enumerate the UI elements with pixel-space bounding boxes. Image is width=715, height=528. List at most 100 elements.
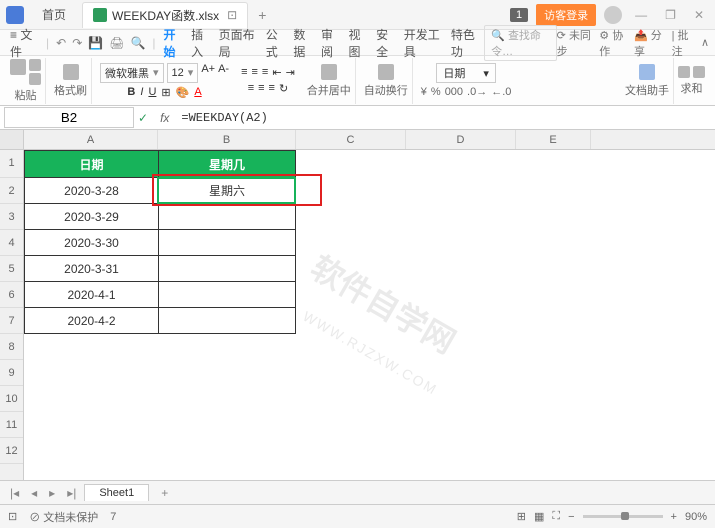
- row-header[interactable]: 3: [0, 204, 23, 230]
- align-middle-icon[interactable]: ≡: [252, 66, 258, 79]
- ribbon-sum-group[interactable]: 求和: [674, 58, 709, 104]
- paste-icon[interactable]: [10, 59, 26, 75]
- border-icon[interactable]: ⊞: [161, 86, 170, 99]
- name-box-input[interactable]: [4, 107, 134, 128]
- menu-formula[interactable]: 公式: [262, 26, 290, 60]
- menu-security[interactable]: 安全: [372, 26, 400, 60]
- sheet-nav-last-icon[interactable]: ▸|: [63, 486, 80, 500]
- share-button[interactable]: 📤 分享: [634, 27, 664, 59]
- wrap-icon[interactable]: [378, 64, 394, 80]
- tab-menu-icon[interactable]: ⊡: [227, 8, 237, 22]
- guest-login-button[interactable]: 访客登录: [536, 4, 596, 26]
- sheet-nav-prev-icon[interactable]: ◂: [27, 486, 41, 500]
- undo-icon[interactable]: ↶: [56, 36, 66, 50]
- zoom-level-label[interactable]: 90%: [685, 511, 707, 523]
- merge-icon[interactable]: [321, 64, 337, 80]
- row-header[interactable]: 2: [0, 178, 23, 204]
- row-header[interactable]: 1: [0, 150, 23, 178]
- orientation-icon[interactable]: ↻: [279, 82, 288, 95]
- cell[interactable]: 2020-3-29: [24, 204, 158, 230]
- row-header[interactable]: 5: [0, 256, 23, 282]
- italic-icon[interactable]: I: [140, 86, 143, 99]
- align-bottom-icon[interactable]: ≡: [262, 66, 268, 79]
- underline-icon[interactable]: U: [148, 86, 156, 99]
- cell[interactable]: 2020-3-31: [24, 256, 158, 282]
- fill-color-icon[interactable]: 🎨: [176, 86, 190, 99]
- column-header[interactable]: D: [406, 130, 516, 149]
- cell[interactable]: 2020-4-2: [24, 308, 158, 334]
- currency-icon[interactable]: ¥: [421, 86, 427, 98]
- tab-file-active[interactable]: WEEKDAY函数.xlsx ⊡: [82, 2, 248, 28]
- align-left-icon[interactable]: ≡: [248, 82, 254, 95]
- copy-icon[interactable]: [29, 73, 41, 85]
- formula-input[interactable]: =WEEKDAY(A2): [177, 109, 715, 127]
- percent-icon[interactable]: %: [431, 86, 441, 98]
- font-color-icon[interactable]: A: [194, 86, 201, 99]
- sheet-nav-next-icon[interactable]: ▸: [45, 486, 59, 500]
- coop-button[interactable]: ⚙ 协作: [599, 27, 626, 59]
- column-header[interactable]: C: [296, 130, 406, 149]
- table-header-cell[interactable]: 日期: [24, 150, 158, 178]
- decimal-inc-icon[interactable]: .0→: [467, 86, 487, 98]
- font-decrease-icon[interactable]: A-: [218, 63, 229, 83]
- row-header[interactable]: 6: [0, 282, 23, 308]
- cell[interactable]: 2020-3-30: [24, 230, 158, 256]
- font-increase-icon[interactable]: A+: [201, 63, 215, 83]
- cell[interactable]: [158, 308, 296, 334]
- doc-protect-status[interactable]: ⊘ 文档未保护: [29, 509, 98, 525]
- zoom-slider[interactable]: [583, 515, 663, 518]
- row-header[interactable]: 9: [0, 360, 23, 386]
- fx-icon[interactable]: fx: [152, 111, 177, 125]
- row-header[interactable]: 8: [0, 334, 23, 360]
- row-header[interactable]: 12: [0, 438, 23, 464]
- row-header[interactable]: 11: [0, 412, 23, 438]
- cell[interactable]: [158, 204, 296, 230]
- print-icon[interactable]: 🖨: [109, 36, 124, 50]
- cell[interactable]: [158, 282, 296, 308]
- redo-icon[interactable]: ↷: [72, 36, 82, 50]
- indent-increase-icon[interactable]: ⇥: [286, 66, 295, 79]
- cell[interactable]: 2020-4-1: [24, 282, 158, 308]
- view-normal-icon[interactable]: ⊞: [517, 510, 526, 523]
- select-all-corner[interactable]: [0, 130, 23, 150]
- format-painter-icon[interactable]: [63, 64, 79, 80]
- menu-review[interactable]: 审阅: [317, 26, 345, 60]
- collapse-ribbon-icon[interactable]: ∧: [701, 36, 709, 49]
- sync-status[interactable]: ⟳ 未同步: [557, 27, 592, 59]
- window-restore-button[interactable]: ❐: [660, 8, 681, 22]
- save-icon[interactable]: 💾: [88, 36, 103, 50]
- menu-data[interactable]: 数据: [289, 26, 317, 60]
- tab-add-button[interactable]: +: [258, 7, 266, 23]
- zoom-out-button[interactable]: −: [568, 511, 574, 523]
- column-header[interactable]: E: [516, 130, 591, 149]
- number-format-select[interactable]: 日期▾: [436, 63, 496, 83]
- column-header[interactable]: B: [158, 130, 296, 149]
- align-center-icon[interactable]: ≡: [258, 82, 264, 95]
- cells-area[interactable]: 日期 星期几 2020-3-28星期六 2020-3-29 2020-3-30 …: [24, 150, 715, 334]
- window-minimize-button[interactable]: —: [630, 8, 652, 22]
- menu-special[interactable]: 特色功: [447, 26, 484, 60]
- menu-start[interactable]: 开始: [160, 26, 188, 60]
- bold-icon[interactable]: B: [127, 86, 135, 99]
- window-close-button[interactable]: ✕: [689, 8, 709, 22]
- cell[interactable]: 2020-3-28: [24, 178, 158, 204]
- decimal-dec-icon[interactable]: ←.0: [491, 86, 511, 98]
- formula-accept-icon[interactable]: ✓: [138, 111, 148, 125]
- preview-icon[interactable]: 🔍: [130, 36, 145, 50]
- comma-icon[interactable]: 000: [445, 86, 463, 98]
- menu-dev[interactable]: 开发工具: [400, 26, 447, 60]
- table-header-cell[interactable]: 星期几: [158, 150, 296, 178]
- align-top-icon[interactable]: ≡: [241, 66, 247, 79]
- notification-badge[interactable]: 1: [510, 8, 528, 22]
- zoom-in-button[interactable]: +: [671, 511, 677, 523]
- sheet-nav-first-icon[interactable]: |◂: [6, 486, 23, 500]
- command-search-input[interactable]: 🔍 查找命令…: [484, 25, 556, 61]
- status-mode-icon[interactable]: ⊡: [8, 510, 17, 523]
- font-name-select[interactable]: 微软雅黑▾: [100, 63, 164, 83]
- menu-insert[interactable]: 插入: [187, 26, 215, 60]
- sheet-tab-active[interactable]: Sheet1: [84, 484, 149, 501]
- view-fullscreen-icon[interactable]: ⛶: [552, 510, 560, 523]
- column-header[interactable]: A: [24, 130, 158, 149]
- menu-file[interactable]: ≡ 文件: [6, 26, 42, 60]
- ribbon-doc-helper-group[interactable]: 文档助手: [621, 58, 674, 104]
